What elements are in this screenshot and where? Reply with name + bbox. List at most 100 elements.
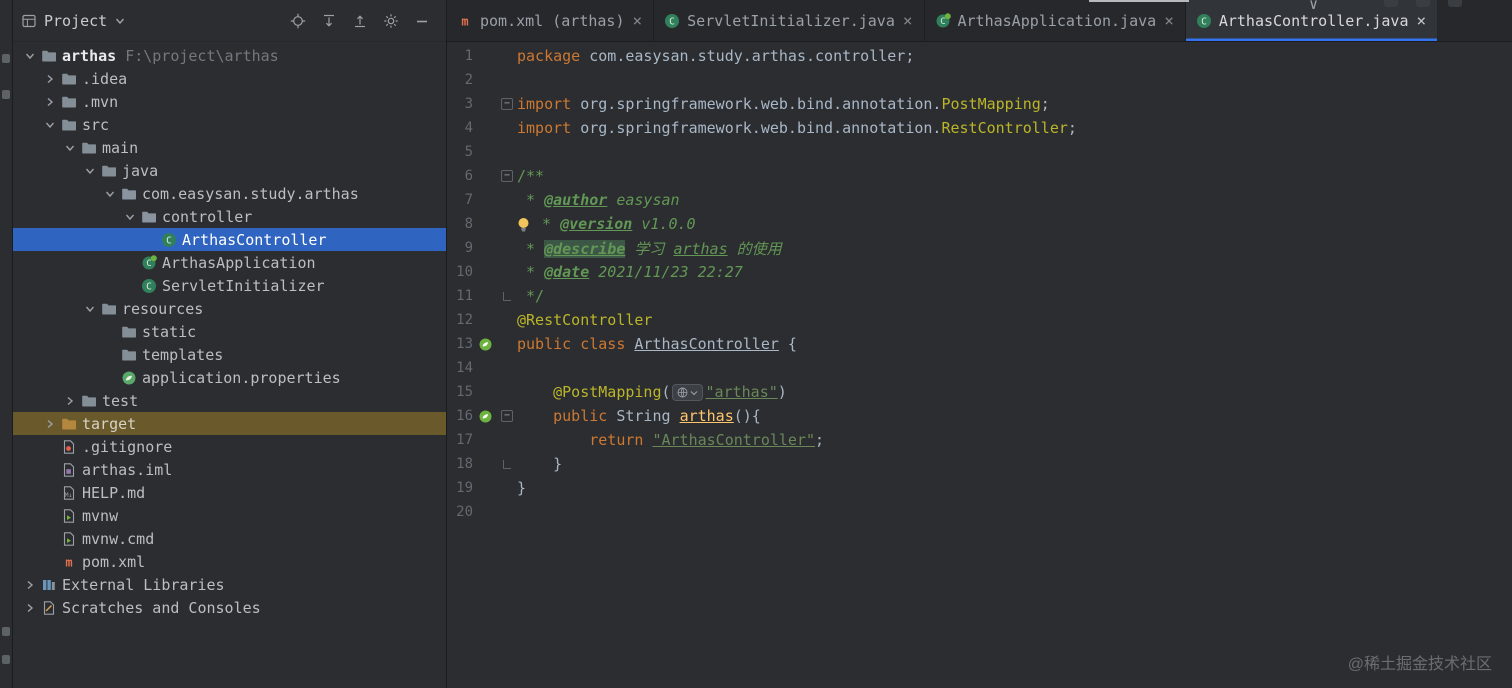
- toolwindow-stripe-button[interactable]: [2, 54, 10, 63]
- code-line-20[interactable]: 20: [447, 500, 1512, 524]
- chevron-right-icon[interactable]: [61, 395, 79, 407]
- hide-panel-icon[interactable]: [414, 13, 430, 29]
- fold-end-icon[interactable]: [503, 459, 511, 469]
- toolwindow-stripe-button[interactable]: [2, 627, 10, 636]
- line-number[interactable]: 4: [447, 120, 473, 136]
- chevron-down-icon[interactable]: [81, 303, 99, 315]
- toolwindow-stripe-button[interactable]: [2, 655, 10, 664]
- chevron-down-icon[interactable]: [121, 211, 139, 223]
- tree-item-servletinitializer[interactable]: C ServletInitializer: [13, 274, 446, 297]
- tree-item-pom-xml[interactable]: m pom.xml: [13, 550, 446, 573]
- chevron-right-icon[interactable]: [41, 418, 59, 430]
- code-line-10[interactable]: 10 * @date 2021/11/23 22:27: [447, 260, 1512, 284]
- code-line-4[interactable]: 4 import org.springframework.web.bind.an…: [447, 116, 1512, 140]
- line-number[interactable]: 3: [447, 96, 473, 112]
- line-number[interactable]: 5: [447, 144, 473, 160]
- tree-item-mvnw[interactable]: mvnw: [13, 504, 446, 527]
- tree-item-java[interactable]: java: [13, 159, 446, 182]
- chevron-right-icon[interactable]: [21, 602, 39, 614]
- code-line-17[interactable]: 17 return "ArthasController";: [447, 428, 1512, 452]
- tree-item-help-md[interactable]: M↓ HELP.md: [13, 481, 446, 504]
- chevron-down-icon[interactable]: [61, 142, 79, 154]
- code-line-8[interactable]: 8 * @version v1.0.0: [447, 212, 1512, 236]
- chevron-down-icon[interactable]: [41, 119, 59, 131]
- tree-item-controller[interactable]: controller: [13, 205, 446, 228]
- tree-item-mvn[interactable]: .mvn: [13, 90, 446, 113]
- line-number[interactable]: 15: [447, 384, 473, 400]
- code-line-18[interactable]: 18 }: [447, 452, 1512, 476]
- tree-item-arthas[interactable]: arthas F:\project\arthas: [13, 44, 446, 67]
- tab-close-icon[interactable]: ×: [632, 12, 644, 29]
- tree-item-arthascontroller[interactable]: C ArthasController: [13, 228, 446, 251]
- endpoint-inlay-icon[interactable]: [671, 384, 703, 401]
- code-line-7[interactable]: 7 * @author easysan: [447, 188, 1512, 212]
- fold-end-icon[interactable]: [503, 291, 511, 301]
- tree-item-resources[interactable]: resources: [13, 297, 446, 320]
- code-line-6[interactable]: 6 − /**: [447, 164, 1512, 188]
- chevron-down-icon[interactable]: [101, 188, 119, 200]
- chevron-down-icon[interactable]: [21, 50, 39, 62]
- settings-gear-icon[interactable]: [383, 13, 399, 29]
- tree-item-mvnw-cmd[interactable]: mvnw.cmd: [13, 527, 446, 550]
- fold-open-icon[interactable]: −: [501, 170, 513, 182]
- code-editor[interactable]: 1 package com.easysan.study.arthas.contr…: [447, 42, 1512, 688]
- expand-all-icon[interactable]: [321, 13, 337, 29]
- line-number[interactable]: 12: [447, 312, 473, 328]
- line-number[interactable]: 6: [447, 168, 473, 184]
- line-number[interactable]: 9: [447, 240, 473, 256]
- line-number[interactable]: 14: [447, 360, 473, 376]
- tree-item-arthasapplication[interactable]: C ArthasApplication: [13, 251, 446, 274]
- line-number[interactable]: 11: [447, 288, 473, 304]
- tree-item-arthas-iml[interactable]: arthas.iml: [13, 458, 446, 481]
- tree-item-gitignore[interactable]: .gitignore: [13, 435, 446, 458]
- line-number[interactable]: 20: [447, 504, 473, 520]
- fold-open-icon[interactable]: −: [501, 410, 513, 422]
- chevron-right-icon[interactable]: [41, 73, 59, 85]
- tab-close-icon[interactable]: ×: [1415, 12, 1427, 29]
- tree-item-com-easysan-study-arthas[interactable]: com.easysan.study.arthas: [13, 182, 446, 205]
- tree-item-idea[interactable]: .idea: [13, 67, 446, 90]
- tree-item-test[interactable]: test: [13, 389, 446, 412]
- line-number[interactable]: 13: [447, 336, 473, 352]
- line-number[interactable]: 2: [447, 72, 473, 88]
- editor-tab-pom-xml-arthas[interactable]: m pom.xml (arthas) ×: [447, 0, 655, 41]
- code-line-11[interactable]: 11 */: [447, 284, 1512, 308]
- tree-item-application-properties[interactable]: application.properties: [13, 366, 446, 389]
- chevron-down-icon[interactable]: [114, 15, 126, 27]
- tree-item-templates[interactable]: templates: [13, 343, 446, 366]
- toolwindow-stripe-button[interactable]: [2, 90, 10, 99]
- chevron-right-icon[interactable]: [41, 96, 59, 108]
- code-line-3[interactable]: 3 − import org.springframework.web.bind.a…: [447, 92, 1512, 116]
- intention-bulb-icon[interactable]: [517, 217, 530, 232]
- line-number[interactable]: 7: [447, 192, 473, 208]
- editor-tab-servletinitializer-java[interactable]: C ServletInitializer.java ×: [654, 0, 925, 41]
- tab-close-icon[interactable]: ×: [1163, 12, 1175, 29]
- code-line-1[interactable]: 1 package com.easysan.study.arthas.contr…: [447, 44, 1512, 68]
- tree-item-src[interactable]: src: [13, 113, 446, 136]
- collapse-all-icon[interactable]: [352, 13, 368, 29]
- locate-file-icon[interactable]: [290, 13, 306, 29]
- project-panel-title[interactable]: Project: [44, 12, 107, 30]
- line-number[interactable]: 1: [447, 48, 473, 64]
- chevron-right-icon[interactable]: [21, 579, 39, 591]
- line-number[interactable]: 16: [447, 408, 473, 424]
- code-line-16[interactable]: 16 − public String arthas(){: [447, 404, 1512, 428]
- tree-item-external-libraries[interactable]: External Libraries: [13, 573, 446, 596]
- tab-close-icon[interactable]: ×: [902, 12, 914, 29]
- tree-item-scratches-and-consoles[interactable]: Scratches and Consoles: [13, 596, 446, 619]
- code-line-13[interactable]: 13 public class ArthasController {: [447, 332, 1512, 356]
- tree-item-static[interactable]: static: [13, 320, 446, 343]
- spring-bean-icon[interactable]: [473, 410, 497, 423]
- line-number[interactable]: 19: [447, 480, 473, 496]
- line-number[interactable]: 17: [447, 432, 473, 448]
- code-line-15[interactable]: 15 @PostMapping("arthas"): [447, 380, 1512, 404]
- tree-item-target[interactable]: target: [13, 412, 446, 435]
- spring-bean-icon[interactable]: [473, 338, 497, 351]
- chevron-down-icon[interactable]: [81, 165, 99, 177]
- editor-tab-arthasapplication-java[interactable]: C ArthasApplication.java ×: [925, 0, 1186, 41]
- line-number[interactable]: 18: [447, 456, 473, 472]
- code-line-12[interactable]: 12 @RestController: [447, 308, 1512, 332]
- line-number[interactable]: 10: [447, 264, 473, 280]
- code-line-5[interactable]: 5: [447, 140, 1512, 164]
- code-line-9[interactable]: 9 * @describe 学习 arthas 的使用: [447, 236, 1512, 260]
